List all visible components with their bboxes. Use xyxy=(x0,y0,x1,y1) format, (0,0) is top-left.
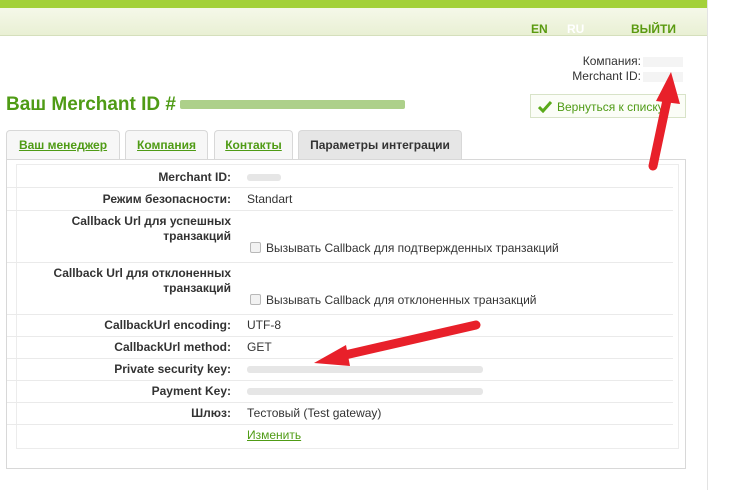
row-callback-encoding: CallbackUrl encoding: UTF-8 xyxy=(7,315,673,337)
integration-panel: Merchant ID: Режим безопасности: Standar… xyxy=(6,159,686,469)
page-title-redacted xyxy=(180,100,405,110)
tab-company[interactable]: Компания xyxy=(125,130,208,160)
callback-encoding-value: UTF-8 xyxy=(247,318,281,332)
row-private-key: Private security key: xyxy=(7,359,673,381)
gateway-value: Тестовый (Test gateway) xyxy=(247,406,382,420)
private-key-label: Private security key: xyxy=(114,362,231,376)
page-title-text: Ваш Merchant ID # xyxy=(6,94,176,115)
row-merchant-id: Merchant ID: xyxy=(7,166,673,188)
callback-fail-checkbox-label: Вызывать Callback для отклоненных транза… xyxy=(266,293,537,307)
header-accent-strip xyxy=(0,0,707,8)
edit-link[interactable]: Изменить xyxy=(247,428,301,442)
callback-encoding-label: CallbackUrl encoding: xyxy=(104,318,231,332)
security-mode-value: Standart xyxy=(247,192,293,206)
page-right-border xyxy=(707,0,708,490)
private-key-value-redacted xyxy=(247,362,483,376)
top-navigation-bar: EN RU ВЫЙТИ xyxy=(0,8,707,36)
tab-manager[interactable]: Ваш менеджер xyxy=(6,130,120,160)
arrow-to-merchant-id xyxy=(648,72,680,171)
row-payment-key: Payment Key: xyxy=(7,381,673,403)
row-callback-method: CallbackUrl method: GET xyxy=(7,337,673,359)
row-callback-success: Callback Url для успешных транзакций Выз… xyxy=(7,211,673,263)
company-value-redacted xyxy=(643,56,683,67)
row-gateway: Шлюз: Тестовый (Test gateway) xyxy=(7,403,673,425)
merchant-id-label: Merchant ID: xyxy=(158,170,231,184)
callback-success-label: Callback Url для успешных транзакций xyxy=(71,214,231,243)
lang-ru-link[interactable]: RU xyxy=(567,22,584,36)
callback-fail-label: Callback Url для отклоненных транзакций xyxy=(53,266,231,295)
callback-success-checkbox-label: Вызывать Callback для подтвержденных тра… xyxy=(266,241,559,255)
merchant-label: Merchant ID: xyxy=(572,69,641,83)
page-title: Ваш Merchant ID # xyxy=(6,94,405,116)
back-button-label: Вернуться к списку xyxy=(557,100,664,114)
tab-contacts[interactable]: Контакты xyxy=(214,130,293,160)
callback-method-label: CallbackUrl method: xyxy=(114,340,231,354)
lang-en-link[interactable]: EN xyxy=(531,22,548,36)
logout-link[interactable]: ВЫЙТИ xyxy=(631,22,676,36)
merchant-value-redacted xyxy=(643,71,683,82)
row-callback-fail: Callback Url для отклоненных транзакций … xyxy=(7,263,673,315)
row-edit: Изменить xyxy=(7,425,673,449)
company-info: Компания: xyxy=(583,54,683,68)
gateway-label: Шлюз: xyxy=(191,406,231,420)
company-label: Компания: xyxy=(582,54,641,68)
payment-key-label: Payment Key: xyxy=(151,384,231,398)
callback-method-value: GET xyxy=(247,340,272,354)
security-mode-label: Режим безопасности: xyxy=(102,192,231,206)
callback-fail-checkbox[interactable] xyxy=(250,294,261,305)
merchant-id-value xyxy=(247,170,281,184)
callback-success-checkbox[interactable] xyxy=(250,242,261,253)
merchant-info: Merchant ID: xyxy=(572,69,683,83)
row-security-mode: Режим безопасности: Standart xyxy=(7,188,673,211)
back-to-list-button[interactable]: Вернуться к списку xyxy=(530,94,686,118)
tab-integration-params[interactable]: Параметры интеграции xyxy=(298,130,462,160)
check-icon xyxy=(538,101,552,113)
payment-key-value-redacted xyxy=(247,384,483,398)
